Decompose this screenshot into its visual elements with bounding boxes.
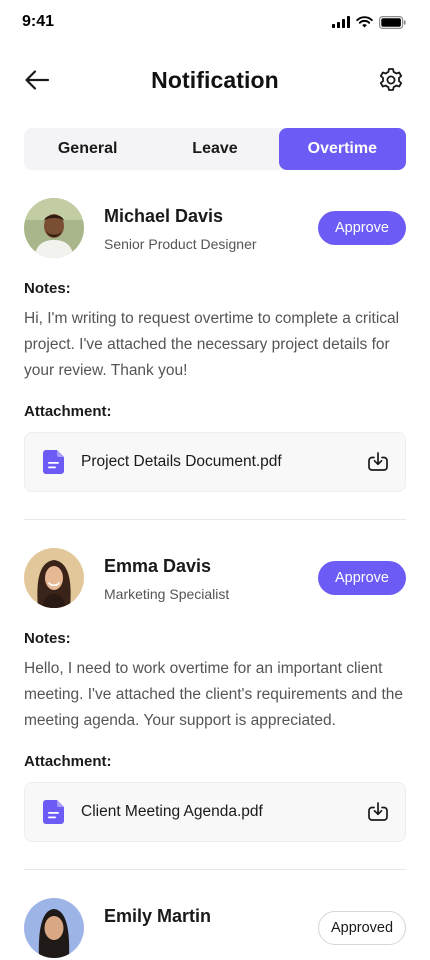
- header: Notification: [0, 56, 430, 104]
- approve-button[interactable]: Approve: [318, 211, 406, 245]
- signal-icon: [332, 16, 350, 28]
- document-icon: [43, 450, 64, 474]
- attachment-filename: Project Details Document.pdf: [81, 453, 282, 470]
- request-card: Michael Davis Senior Product Designer Ap…: [24, 198, 406, 492]
- attachment-label: Attachment:: [24, 403, 112, 420]
- page-title: Notification: [151, 66, 279, 93]
- tab-leave[interactable]: Leave: [151, 128, 278, 170]
- avatar: [24, 198, 84, 258]
- battery-icon: [379, 15, 406, 29]
- notes-text: Hello, I need to work overtime for an im…: [24, 660, 404, 729]
- avatar: [24, 548, 84, 608]
- tab-general[interactable]: General: [24, 128, 151, 170]
- tab-overtime[interactable]: Overtime: [278, 128, 406, 170]
- settings-gear-icon[interactable]: [378, 67, 404, 93]
- document-icon: [43, 800, 64, 824]
- employee-name: Emily Martin: [104, 906, 212, 926]
- attachment-item[interactable]: Project Details Document.pdf: [24, 432, 406, 492]
- request-card: Emily Martin Approved: [24, 898, 406, 960]
- attachment-filename: Client Meeting Agenda.pdf: [81, 803, 263, 820]
- back-arrow-icon[interactable]: [24, 68, 50, 92]
- notes-label: Notes:: [24, 630, 71, 647]
- request-header: Emma Davis Marketing Specialist Approve: [24, 548, 406, 610]
- avatar: [24, 898, 84, 958]
- divider: [24, 519, 406, 520]
- request-header: Emily Martin Approved: [24, 898, 406, 960]
- request-card: Emma Davis Marketing Specialist Approve …: [24, 548, 406, 842]
- employee-name: Emma Davis: [104, 556, 212, 576]
- attachment-label: Attachment:: [24, 753, 112, 770]
- status-time: 9:41: [22, 13, 55, 30]
- download-icon[interactable]: [367, 801, 389, 823]
- approved-button[interactable]: Approved: [318, 911, 406, 945]
- status-bar: 9:41: [0, 0, 430, 44]
- employee-role: Senior Product Designer: [104, 236, 257, 252]
- employee-name: Michael Davis: [104, 206, 224, 226]
- wifi-icon: [356, 16, 373, 28]
- notes-label: Notes:: [24, 280, 71, 297]
- employee-role: Marketing Specialist: [104, 586, 230, 602]
- status-icons: [332, 15, 406, 29]
- download-icon[interactable]: [367, 451, 389, 473]
- approve-button[interactable]: Approve: [318, 561, 406, 595]
- tab-bar: General Leave Overtime: [24, 128, 406, 170]
- divider: [24, 869, 406, 870]
- request-header: Michael Davis Senior Product Designer Ap…: [24, 198, 406, 260]
- attachment-item[interactable]: Client Meeting Agenda.pdf: [24, 782, 406, 842]
- notes-text: Hi, I'm writing to request overtime to c…: [24, 310, 400, 379]
